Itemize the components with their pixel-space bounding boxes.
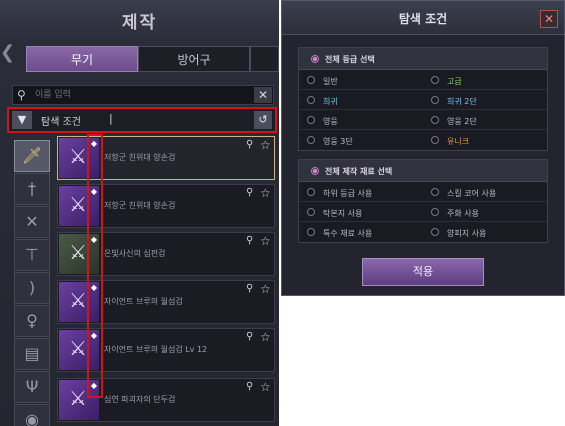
special-material-label: 특수 재료 사용 [323, 229, 373, 238]
item-name: 자이언트 브루의 월섬검 Lv 12 [104, 345, 208, 354]
magnify-icon[interactable]: ⚲ [246, 139, 253, 150]
parchment-radio[interactable] [431, 228, 439, 236]
ornament-icon: ❮ [0, 42, 16, 63]
grade-heroic-label: 영웅 [323, 117, 338, 126]
dagger-icon[interactable]: † [14, 173, 50, 205]
text-cursor: | [109, 112, 113, 125]
star-icon[interactable]: ☆ [260, 330, 271, 344]
dual-blades-icon[interactable]: ✕ [14, 206, 50, 238]
star-icon[interactable]: ☆ [260, 186, 271, 200]
special-material-radio[interactable] [307, 228, 315, 236]
grade-rare-label: 희귀 [323, 97, 338, 106]
trident-icon[interactable]: Ψ [14, 371, 50, 403]
item-name: 저항군 친위대 양손검 [104, 153, 176, 162]
filter-condition-label: 탐색 조건 [41, 117, 81, 128]
grade-normal-radio[interactable] [307, 76, 315, 84]
magnify-icon[interactable]: ⚲ [246, 235, 253, 246]
option-row: 영웅 3단 유니크 [299, 130, 547, 150]
tab-weapon[interactable]: 무기 [26, 46, 138, 72]
grade-rare2-label: 희귀 2단 [447, 97, 477, 106]
lower-grade-radio[interactable] [307, 188, 315, 196]
grade-heroic2-radio[interactable] [431, 116, 439, 124]
crossbow-icon[interactable]: ⊤ [14, 239, 50, 271]
grade-normal-label: 일반 [323, 77, 338, 86]
select-all-grades-radio[interactable] [311, 55, 319, 63]
option-row: 일반 고급 [299, 70, 547, 90]
rubbing-paper-label: 탁본지 사용 [323, 209, 363, 218]
item-name: 자이언트 브루의 월섬검 [104, 297, 183, 306]
weapon-category-sidebar: 🗡 † ✕ ⊤ ) ♀ ▤ Ψ ◉ [14, 140, 52, 426]
dialog-header: 탐색 조건 ✕ [282, 1, 564, 35]
parchment-label: 양피지 사용 [447, 229, 487, 238]
grade-rare-radio[interactable] [307, 96, 315, 104]
category-tabs: 무기 방어구 [26, 46, 279, 72]
grade-unique-label: 유니크 [447, 137, 470, 146]
select-all-materials-radio[interactable] [311, 167, 319, 175]
material-section-title: 전체 제작 재료 선택 [325, 167, 393, 176]
grade-heroic-radio[interactable] [307, 116, 315, 124]
magnify-icon[interactable]: ⚲ [246, 331, 253, 342]
grade-section: 전체 등급 선택 일반 고급 희귀 희귀 2단 영웅 영웅 2단 영웅 3단 유… [298, 47, 548, 151]
grade-advanced-radio[interactable] [431, 76, 439, 84]
dialog-title: 탐색 조건 [398, 12, 448, 26]
option-row: 하위 등급 사용 스킬 코어 사용 [299, 182, 547, 202]
search-bar: ⚲ ✕ [12, 85, 274, 105]
star-icon[interactable]: ☆ [260, 380, 271, 394]
funnel-icon[interactable]: ▼ [12, 111, 32, 129]
staff-icon[interactable]: ♀ [14, 305, 50, 337]
magnify-icon[interactable]: ⚲ [246, 381, 253, 392]
option-row: 희귀 희귀 2단 [299, 90, 547, 110]
tab-armor[interactable]: 방어구 [138, 46, 250, 72]
material-section-header[interactable]: 전체 제작 재료 선택 [299, 160, 547, 182]
coin-radio[interactable] [431, 208, 439, 216]
filter-dialog: 탐색 조건 ✕ 전체 등급 선택 일반 고급 희귀 희귀 2단 영웅 영웅 2단 [281, 0, 565, 296]
skill-core-radio[interactable] [431, 188, 439, 196]
option-row: 영웅 영웅 2단 [299, 110, 547, 130]
apply-button[interactable]: 적용 [362, 258, 484, 286]
clear-search-button[interactable]: ✕ [254, 87, 272, 103]
star-icon[interactable]: ☆ [260, 138, 271, 152]
item-name: 저항군 친위대 양손검 [104, 201, 176, 210]
craft-title: 제작 [121, 13, 158, 33]
grade-advanced-label: 고급 [447, 77, 462, 86]
spellbook-icon[interactable]: ▤ [14, 338, 50, 370]
filter-condition-bar[interactable]: ▼ 탐색 조건 | ↺ [7, 107, 277, 133]
craft-panel: 제작 ❮ 무기 방어구 ⚲ ✕ ▼ 탐색 조건 | ↺ 🗡 † ✕ ⊤ ) ♀ … [0, 0, 279, 426]
star-icon[interactable]: ☆ [260, 234, 271, 248]
lower-grade-label: 하위 등급 사용 [323, 189, 373, 198]
option-row: 탁본지 사용 주화 사용 [299, 202, 547, 222]
magnify-icon[interactable]: ⚲ [246, 187, 253, 198]
magnify-icon[interactable]: ⚲ [246, 283, 253, 294]
orb-icon[interactable]: ◉ [14, 404, 50, 426]
grade-section-header[interactable]: 전체 등급 선택 [299, 48, 547, 70]
material-section: 전체 제작 재료 선택 하위 등급 사용 스킬 코어 사용 탁본지 사용 주화 … [298, 159, 548, 243]
sword-icon[interactable]: 🗡 [14, 140, 50, 172]
grade-section-title: 전체 등급 선택 [325, 55, 375, 64]
rubbing-paper-radio[interactable] [307, 208, 315, 216]
item-name: 은빛사신의 심판검 [104, 249, 166, 258]
craft-header: 제작 [0, 0, 279, 44]
option-row: 특수 재료 사용 양피지 사용 [299, 222, 547, 242]
grade-heroic2-label: 영웅 2단 [447, 117, 477, 126]
skill-core-label: 스킬 코어 사용 [447, 189, 497, 198]
grade-rare2-radio[interactable] [431, 96, 439, 104]
reset-filter-button[interactable]: ↺ [254, 111, 272, 129]
highlight-box [87, 134, 103, 398]
close-icon[interactable]: ✕ [540, 10, 558, 28]
star-icon[interactable]: ☆ [260, 282, 271, 296]
grade-unique-radio[interactable] [431, 136, 439, 144]
grade-heroic3-label: 영웅 3단 [323, 137, 353, 146]
coin-label: 주화 사용 [447, 209, 479, 218]
item-name: 심연 파괴자의 단두검 [104, 395, 176, 404]
tab-extra[interactable] [250, 46, 279, 72]
search-input[interactable] [33, 87, 243, 103]
search-icon: ⚲ [17, 88, 26, 102]
bow-icon[interactable]: ) [14, 272, 50, 304]
grade-heroic3-radio[interactable] [307, 136, 315, 144]
